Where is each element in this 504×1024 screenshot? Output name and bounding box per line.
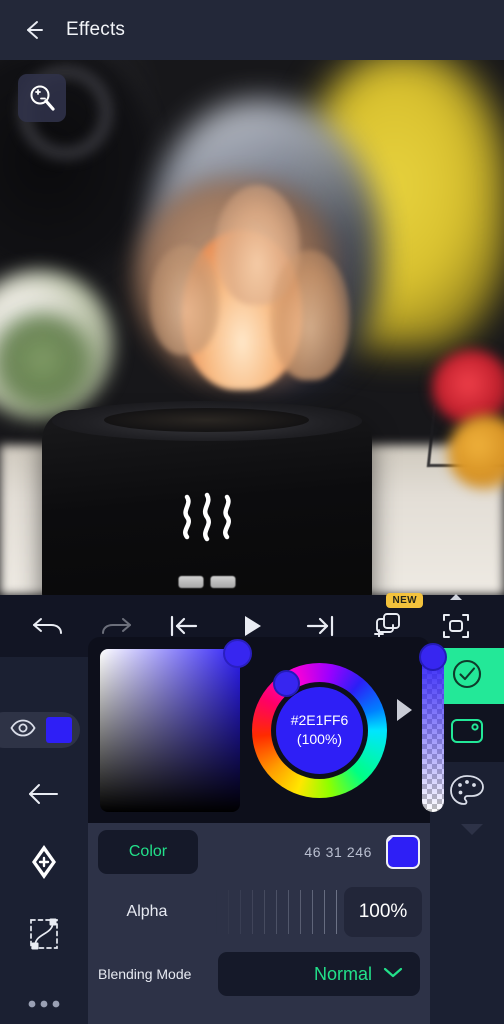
color-value-display: #2E1FF6 (100%) [276, 686, 363, 774]
hue-handle[interactable] [273, 669, 300, 697]
rgb-values: 46 31 246 [304, 844, 372, 860]
rail-back-button[interactable] [0, 767, 88, 821]
eye-icon [10, 719, 36, 742]
app-screen: Effects NEW #2E1FF6 (100%) Color 46 31 2… [0, 0, 504, 1024]
more-options-button[interactable] [0, 977, 88, 1024]
saturation-value-square[interactable] [100, 638, 252, 812]
video-preview[interactable] [0, 60, 504, 595]
steam-logo-icon [177, 492, 237, 542]
layer-color-chip[interactable] [46, 717, 72, 743]
expand-triangle-icon[interactable] [397, 699, 412, 721]
blending-mode-row: Blending Mode Normal [88, 945, 430, 1003]
back-arrow-icon[interactable] [18, 15, 48, 45]
visibility-toggle[interactable] [0, 712, 80, 748]
keyframe-button[interactable] [0, 835, 88, 889]
sv-handle[interactable] [223, 638, 252, 668]
flame-effect [120, 185, 380, 430]
palette-icon [448, 773, 486, 814]
alpha-row: Alpha 100% [88, 881, 430, 943]
left-rail [0, 657, 88, 1024]
color-row: Color 46 31 246 [88, 823, 430, 881]
blending-mode-select[interactable]: Normal [218, 952, 420, 996]
zoom-in-out-icon[interactable] [18, 74, 66, 122]
alpha-vertical-slider[interactable] [419, 642, 447, 812]
preview-frame-image [0, 60, 504, 595]
screen-picker-icon [448, 716, 486, 751]
bezier-curve-button[interactable] [0, 907, 88, 961]
page-title: Effects [66, 19, 126, 40]
color-swatch-button[interactable] [386, 835, 420, 869]
color-opacity-value: (100%) [296, 731, 343, 747]
header-bar: Effects [0, 0, 504, 60]
panel-notch-icon [461, 824, 483, 835]
caret-up-icon [450, 594, 462, 600]
color-hex-value: #2E1FF6 [290, 712, 349, 729]
check-circle-icon [449, 656, 485, 697]
effect-controls-panel: Color 46 31 246 Alpha 100% Blending Mode… [88, 823, 430, 1024]
undo-button[interactable] [27, 605, 69, 647]
alpha-ruler-slider[interactable] [206, 881, 344, 943]
color-tab-button[interactable]: Color [98, 830, 198, 874]
chevron-down-icon [382, 965, 404, 984]
color-picker-popup: #2E1FF6 (100%) [88, 637, 447, 823]
blending-mode-label: Blending Mode [98, 966, 192, 982]
new-badge: NEW [386, 593, 423, 608]
diffuser-device [42, 401, 372, 595]
blending-mode-value: Normal [313, 963, 372, 984]
alpha-value[interactable]: 100% [344, 887, 422, 937]
alpha-label: Alpha [126, 903, 168, 920]
ruler-ticks [216, 890, 344, 934]
alpha-slider-handle[interactable] [419, 642, 447, 671]
crop-frame-button[interactable] [435, 594, 477, 647]
hue-wheel[interactable]: #2E1FF6 (100%) [252, 662, 387, 798]
